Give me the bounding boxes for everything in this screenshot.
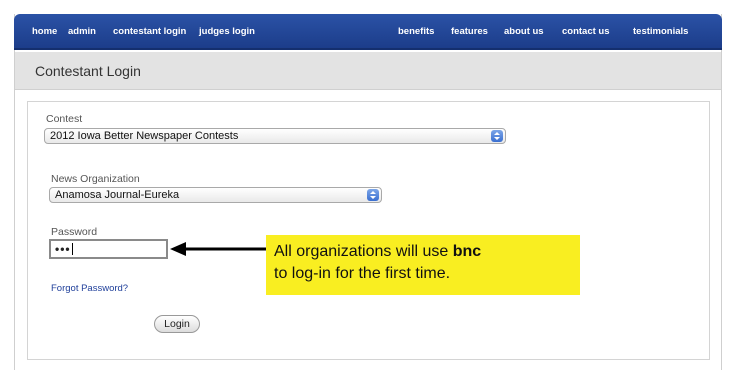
nav-testimonials[interactable]: testimonials	[633, 26, 688, 37]
password-input[interactable]: •••	[49, 239, 168, 259]
nav-judges-login[interactable]: judges login	[199, 26, 255, 37]
password-value: •••	[55, 242, 71, 256]
password-label: Password	[51, 226, 98, 238]
nav-admin[interactable]: admin	[68, 26, 96, 37]
nav-contact-us[interactable]: contact us	[562, 26, 610, 37]
nav-home[interactable]: home	[32, 26, 57, 37]
nav-features[interactable]: features	[451, 26, 488, 37]
select-arrows-icon	[491, 130, 503, 142]
organization-select[interactable]: Anamosa Journal-Eureka	[49, 187, 382, 203]
callout-text: All organizations will use	[274, 243, 453, 260]
callout-line-1: All organizations will use bnc	[274, 241, 580, 263]
nav-about-us[interactable]: about us	[504, 26, 544, 37]
organization-select-value: Anamosa Journal-Eureka	[55, 189, 180, 201]
instruction-callout: All organizations will use bnc to log-in…	[266, 235, 580, 295]
page-header: Contestant Login	[15, 52, 721, 90]
login-button[interactable]: Login	[154, 315, 200, 333]
text-caret	[71, 243, 73, 255]
contest-select-value: 2012 Iowa Better Newspaper Contests	[50, 130, 239, 142]
contest-select[interactable]: 2012 Iowa Better Newspaper Contests	[44, 128, 506, 144]
organization-label: News Organization	[51, 173, 140, 185]
nav-benefits[interactable]: benefits	[398, 26, 434, 37]
callout-line-2: to log-in for the first time.	[274, 265, 451, 282]
select-arrows-icon	[367, 189, 379, 201]
page-title: Contestant Login	[35, 63, 141, 79]
top-navbar: home admin contestant login judges login…	[14, 14, 722, 50]
forgot-password-link[interactable]: Forgot Password?	[51, 283, 128, 294]
arrow-left-icon	[170, 242, 266, 256]
nav-contestant-login[interactable]: contestant login	[113, 26, 186, 37]
callout-password-hint: bnc	[452, 243, 482, 260]
contest-label: Contest	[46, 113, 83, 125]
